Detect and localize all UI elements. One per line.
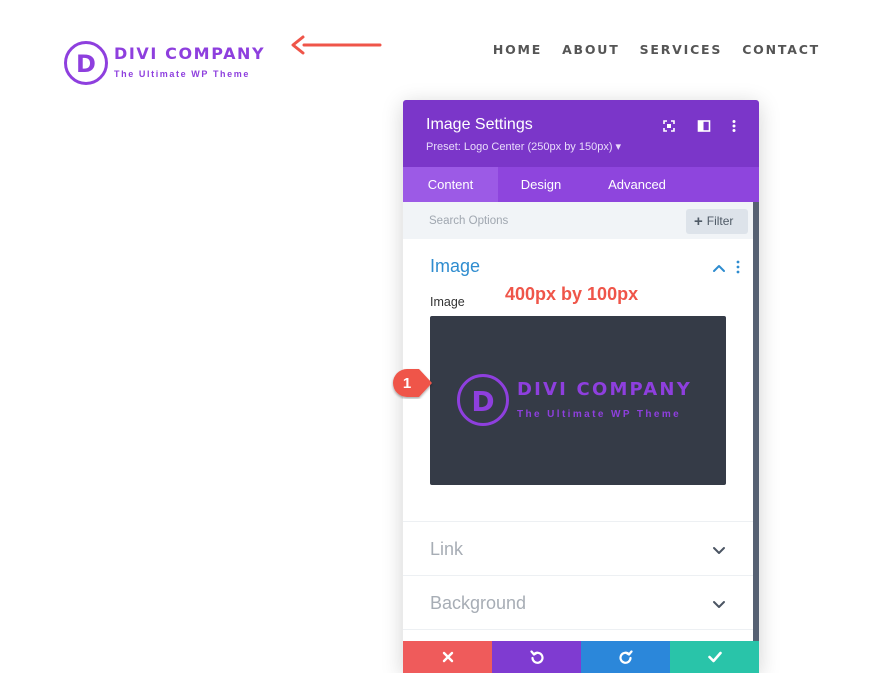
- search-bar: Search Options + Filter: [403, 202, 753, 239]
- tab-advanced[interactable]: Advanced: [584, 167, 690, 202]
- nav-home[interactable]: HOME: [493, 42, 542, 57]
- annotation-arrow-icon: [291, 35, 382, 55]
- tab-content[interactable]: Content: [403, 167, 498, 202]
- undo-icon: [529, 650, 544, 664]
- bottom-action-bar: [403, 641, 759, 673]
- image-field-label: Image: [430, 295, 465, 309]
- preview-logo-name: DIVI COMPANY: [517, 379, 692, 400]
- filter-button[interactable]: + Filter: [686, 209, 748, 234]
- dimensions-annotation: 400px by 100px: [505, 284, 639, 304]
- nav-services[interactable]: SERVICES: [640, 42, 723, 57]
- divider: [403, 629, 753, 630]
- nav-about[interactable]: ABOUT: [562, 42, 620, 57]
- plus-icon: +: [694, 213, 703, 230]
- logo-letter: D: [76, 50, 96, 78]
- site-nav: HOME ABOUT SERVICES CONTACT: [493, 42, 820, 57]
- nav-contact[interactable]: CONTACT: [742, 42, 820, 57]
- split-view-icon[interactable]: [696, 118, 712, 134]
- close-icon: [442, 651, 453, 663]
- preview-logo-tagline: The Ultimate WP Theme: [517, 409, 682, 420]
- image-settings-panel: Image Settings Preset: Logo Center (250p…: [403, 100, 759, 673]
- redo-icon: [618, 650, 633, 664]
- badge-number: 1: [403, 375, 411, 392]
- fullscreen-icon[interactable]: [661, 118, 677, 134]
- logo-tagline: The Ultimate WP Theme: [114, 69, 250, 79]
- logo-name: DIVI COMPANY: [114, 44, 266, 63]
- panel-scrollbar[interactable]: [753, 202, 759, 645]
- panel-tabs: Content Design Advanced: [403, 167, 759, 202]
- chevron-down-icon[interactable]: [712, 599, 726, 609]
- chevron-up-icon[interactable]: [712, 263, 726, 273]
- image-preview[interactable]: D DIVI COMPANY The Ultimate WP Theme: [430, 316, 726, 485]
- panel-header[interactable]: Image Settings Preset: Logo Center (250p…: [403, 100, 759, 167]
- divider: [403, 575, 753, 576]
- section-options-icon[interactable]: [734, 260, 742, 274]
- cancel-button[interactable]: [403, 641, 492, 673]
- filter-label: Filter: [706, 214, 734, 228]
- chevron-down-icon[interactable]: [712, 545, 726, 555]
- more-options-icon[interactable]: [726, 118, 742, 134]
- section-link-title[interactable]: Link: [430, 539, 463, 560]
- logo-mark: D: [64, 41, 108, 85]
- step-badge: 1: [393, 369, 432, 397]
- preview-logo-mark: D: [457, 374, 509, 426]
- save-button[interactable]: [670, 641, 759, 673]
- preview-logo-letter: D: [471, 385, 495, 418]
- redo-button[interactable]: [581, 641, 670, 673]
- check-icon: [707, 651, 722, 663]
- section-image-title[interactable]: Image: [430, 256, 480, 277]
- search-options-input[interactable]: Search Options: [429, 215, 508, 227]
- preset-selector[interactable]: Preset: Logo Center (250px by 150px) ▾: [426, 140, 621, 153]
- section-background-title[interactable]: Background: [430, 593, 526, 614]
- divider: [403, 521, 753, 522]
- panel-title: Image Settings: [426, 116, 533, 133]
- site-logo[interactable]: D DIVI COMPANY The Ultimate WP Theme: [64, 40, 284, 86]
- tab-design[interactable]: Design: [498, 167, 584, 202]
- undo-button[interactable]: [492, 641, 581, 673]
